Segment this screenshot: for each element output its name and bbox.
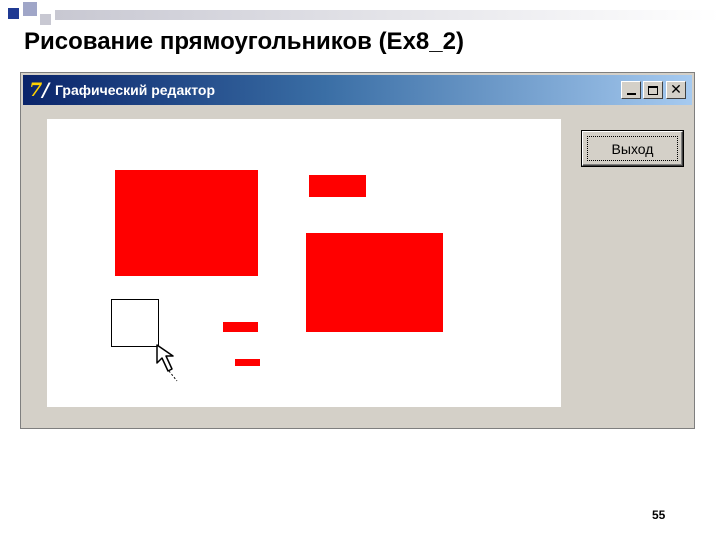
red-rectangle [306, 233, 443, 332]
decor-square [40, 14, 51, 25]
selection-rectangle [111, 299, 159, 347]
title-bar[interactable]: 7/ Графический редактор ✕ [23, 75, 692, 105]
app-window: 7/ Графический редактор ✕ Выход [20, 72, 695, 429]
decor-square [23, 2, 37, 16]
slide-title: Рисование прямоугольников (Ex8_2) [24, 28, 464, 55]
close-icon: ✕ [670, 82, 682, 98]
decor-square [8, 8, 19, 19]
delphi-7-icon: 7/ [29, 79, 50, 101]
decor-bar [55, 10, 720, 20]
page-number: 55 [652, 508, 666, 522]
red-rectangle [115, 170, 258, 276]
maximize-icon [648, 85, 658, 95]
window-title: Графический редактор [55, 82, 216, 98]
red-rectangle [223, 322, 258, 332]
minimize-button[interactable] [621, 81, 641, 99]
exit-button[interactable]: Выход [582, 131, 683, 166]
exit-button-label: Выход [587, 136, 678, 161]
red-rectangle [235, 359, 260, 366]
minimize-icon [626, 93, 636, 95]
close-button[interactable]: ✕ [666, 81, 686, 99]
arrow-cursor-icon [156, 344, 178, 382]
red-rectangle [309, 175, 366, 197]
drawing-canvas[interactable] [47, 119, 561, 407]
maximize-button[interactable] [643, 81, 663, 99]
